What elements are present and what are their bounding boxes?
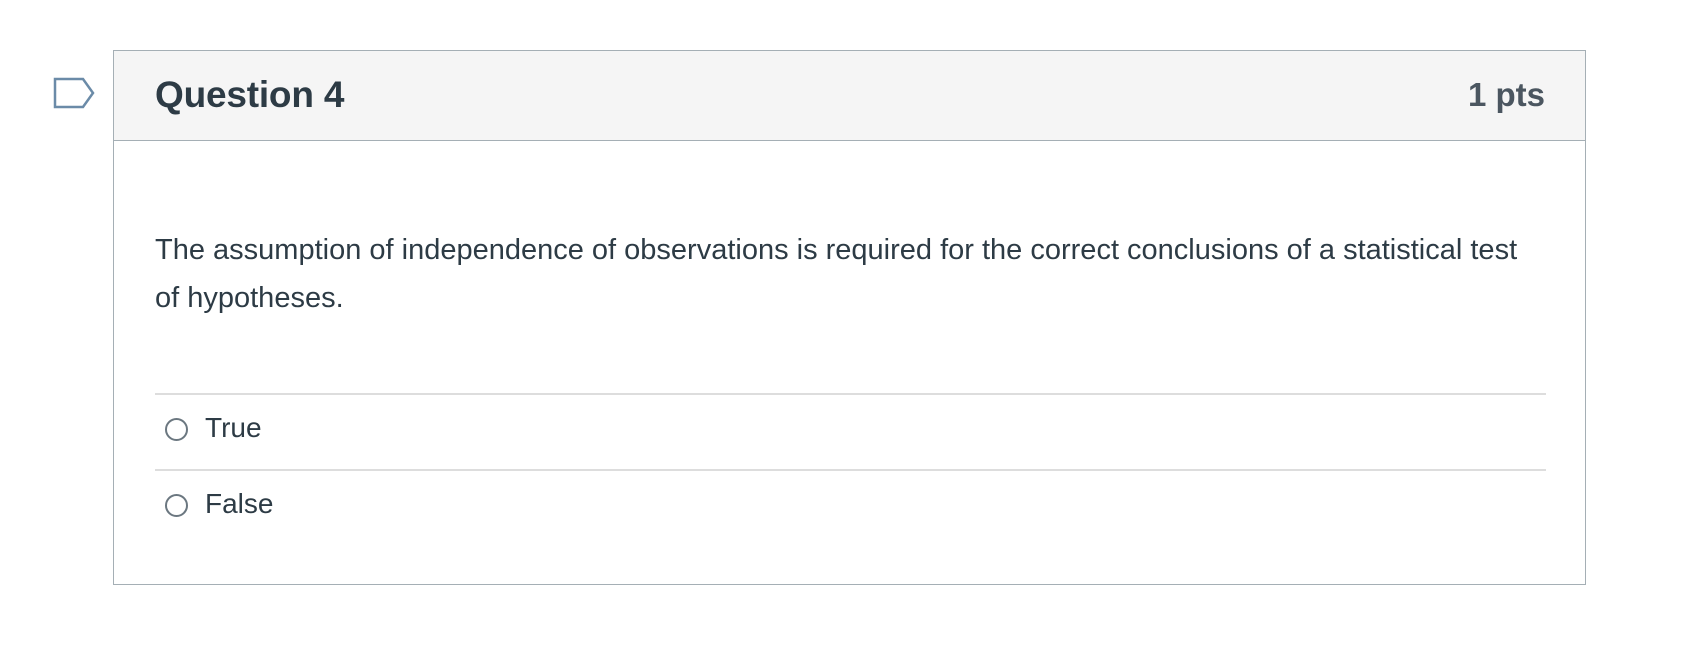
answer-list: True False [155, 393, 1546, 545]
question-text: The assumption of independence of observ… [155, 234, 1518, 314]
radio-button-icon[interactable] [165, 494, 188, 517]
answer-label[interactable]: False [205, 487, 273, 521]
question-title: Question 4 [155, 74, 345, 115]
question-card: Question 4 1 pts The assumption of indep… [113, 50, 1586, 585]
answer-label[interactable]: True [205, 411, 262, 445]
question-points: 1 pts [1467, 76, 1545, 113]
answer-option-false[interactable]: False [155, 469, 1546, 545]
radio-button-icon[interactable] [165, 418, 188, 441]
answer-option-true[interactable]: True [155, 393, 1546, 469]
question-header: Question 4 1 pts [114, 51, 1585, 141]
flag-question-icon[interactable] [53, 77, 97, 113]
